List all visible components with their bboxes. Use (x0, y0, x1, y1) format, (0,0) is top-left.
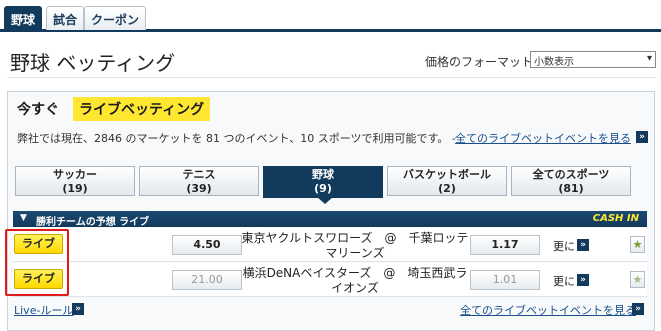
match-row: ライブ 4.50 東京ヤクルトスワローズ @ 千葉ロッテマリーンズ 1.17 更… (13, 228, 647, 262)
sport-tab-baseball[interactable]: 野球 (9) (263, 166, 383, 198)
double-chevron-right-icon[interactable]: » (577, 274, 589, 286)
sport-tab-count: (9) (314, 182, 332, 195)
sport-tab-label: 全てのスポーツ (532, 168, 610, 181)
divider (7, 77, 657, 78)
live-rules-link[interactable]: Live-ルール (14, 302, 73, 318)
home-odds-button[interactable]: 4.50 (172, 235, 242, 255)
cash-in-label: CASH IN (592, 213, 639, 224)
tab-coupons[interactable]: クーポン (84, 6, 147, 30)
sport-tab-label: テニス (182, 168, 216, 181)
sport-tab-all-sports[interactable]: 全てのスポーツ (81) (511, 166, 631, 196)
match-teams: 横浜DeNAベイスターズ @ 埼玉西武ライオンズ (242, 266, 468, 295)
star-icon[interactable]: ★ (630, 271, 645, 288)
sport-tab-count: (81) (558, 182, 584, 195)
market-header[interactable]: ▼ 勝利チームの予想 ライブ CASH IN (13, 211, 647, 228)
home-odds-button[interactable]: 21.00 (172, 270, 242, 290)
double-chevron-right-icon[interactable]: » (72, 303, 84, 315)
sport-tab-count: (2) (438, 182, 456, 195)
tab-matches[interactable]: 試合 (46, 6, 85, 30)
top-tab-bar: 野球 試合 クーポン (0, 0, 661, 32)
page-title: 野球 ベッティング (10, 51, 176, 75)
more-markets-link[interactable]: 更に (553, 273, 575, 289)
star-icon[interactable]: ★ (630, 236, 645, 253)
match-teams: 東京ヤクルトスワローズ @ 千葉ロッテマリーンズ (241, 231, 469, 260)
sport-tab-soccer[interactable]: サッカー (19) (15, 166, 135, 196)
live-info-text: 弊社では現在、2846 のマーケットを 81 つのイベント、10 スポーツで利用… (17, 132, 456, 145)
match-row: ライブ 21.00 横浜DeNAベイスターズ @ 埼玉西武ライオンズ 1.01 … (13, 263, 647, 297)
all-live-events-link[interactable]: 全てのライブベットイベントを見る (455, 130, 631, 146)
sport-tab-label: サッカー (53, 168, 97, 181)
live-lead-text: 今すぐ (17, 102, 59, 118)
dropdown-arrow-icon: ▾ (646, 53, 652, 64)
sport-tab-count: (39) (186, 182, 212, 195)
all-live-events-footer-link[interactable]: 全てのライブベットイベントを見る (460, 302, 636, 318)
live-buttons-highlight (5, 229, 69, 296)
sport-tab-tennis[interactable]: テニス (39) (139, 166, 259, 196)
more-markets-link[interactable]: 更に (553, 238, 575, 254)
price-format-value: 小数表示 (534, 57, 574, 68)
sport-tab-basketball[interactable]: バスケットボール (2) (387, 166, 507, 196)
live-betting-badge: ライブベッティング (73, 97, 211, 121)
sport-tab-label: 野球 (312, 168, 334, 181)
sport-tab-count: (19) (62, 182, 88, 195)
away-odds-button[interactable]: 1.01 (470, 270, 540, 290)
double-chevron-right-icon[interactable]: » (577, 239, 589, 251)
active-tab-pointer (317, 197, 333, 204)
price-format-select[interactable]: 小数表示 ▾ (530, 51, 656, 68)
away-odds-button[interactable]: 1.17 (470, 235, 540, 255)
double-chevron-right-icon[interactable]: » (636, 131, 648, 143)
double-chevron-right-icon[interactable]: » (632, 303, 644, 315)
sport-tab-label: バスケットボール (403, 168, 491, 181)
triangle-down-icon[interactable]: ▼ (20, 213, 27, 223)
tab-baseball[interactable]: 野球 (4, 6, 43, 30)
market-title: 勝利チームの予想 ライブ (36, 217, 150, 228)
price-format-label: 価格のフォーマット： (425, 55, 546, 69)
